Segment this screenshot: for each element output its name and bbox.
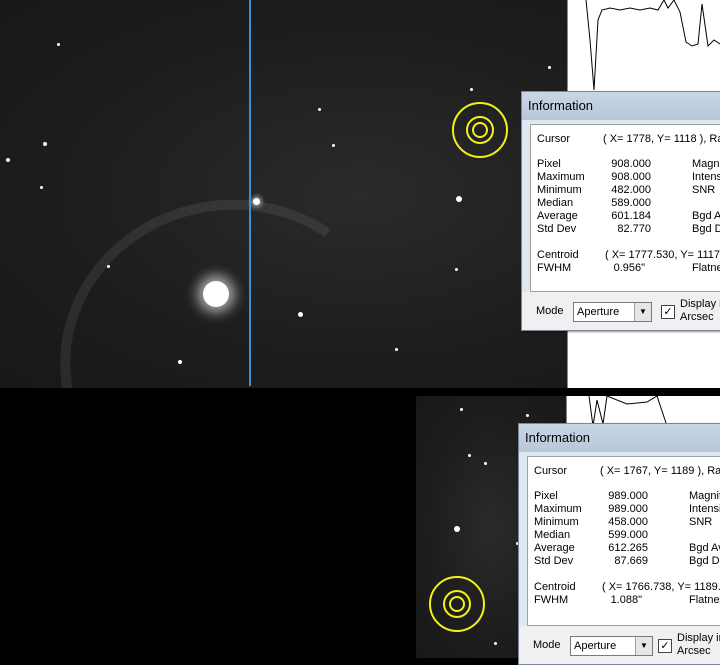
- stat-value: 589.000: [611, 197, 651, 209]
- stat-right-label: Bgd Av: [689, 542, 720, 554]
- star: [57, 43, 60, 46]
- star: [6, 158, 10, 162]
- information-window-bottom[interactable]: Information Cursor ( X= 1767, Y= 1189 ),…: [518, 423, 720, 665]
- stat-right-label: SNR: [689, 516, 713, 528]
- nebula-glow: [34, 172, 426, 388]
- stat-label: Maximum: [534, 503, 582, 515]
- centroid-value: ( X= 1777.530, Y= 1117.6: [605, 249, 720, 261]
- info-panel: Cursor ( X= 1778, Y= 1118 ), Ra Pixel 90…: [530, 124, 720, 292]
- mode-select-value: Aperture: [574, 640, 617, 652]
- stat-value: 612.265: [608, 542, 648, 554]
- star: [548, 66, 551, 69]
- info-footer: Mode Aperture ▼ ✓ Display in Arcsec: [519, 626, 720, 664]
- stat-label: Std Dev: [537, 223, 577, 235]
- cursor-value: ( X= 1778, Y= 1118 ), Ra: [603, 133, 720, 145]
- aperture-core-ring: [472, 122, 488, 138]
- star: [43, 142, 47, 146]
- centroid-value: ( X= 1766.738, Y= 1189.4: [602, 581, 720, 593]
- star: [454, 526, 460, 532]
- stat-label: Pixel: [534, 490, 558, 502]
- star: [178, 360, 182, 364]
- fwhm-value: 0.956": [613, 262, 645, 274]
- mode-select-value: Aperture: [577, 306, 620, 318]
- arcsec-label: Arcsec: [677, 645, 711, 657]
- display-arcsec-checkbox[interactable]: ✓: [661, 305, 675, 319]
- stat-value: 458.000: [608, 516, 648, 528]
- fwhm-label: FWHM: [537, 262, 572, 274]
- centroid-label: Centroid: [534, 581, 576, 593]
- mode-label: Mode: [533, 639, 561, 651]
- cursor-crosshair-line: [249, 0, 251, 386]
- star: [318, 108, 321, 111]
- stat-label: Minimum: [537, 184, 582, 196]
- stat-right-label: Intensi: [692, 171, 720, 183]
- display-label: Display in: [680, 298, 720, 310]
- star: [484, 462, 487, 465]
- stat-value: 989.000: [608, 503, 648, 515]
- mode-select[interactable]: Aperture ▼: [573, 302, 652, 322]
- star: [455, 268, 458, 271]
- stat-value: 908.000: [611, 158, 651, 170]
- stat-label: Minimum: [534, 516, 579, 528]
- cursor-label: Cursor: [537, 133, 571, 145]
- stat-value: 482.000: [611, 184, 651, 196]
- star: [494, 642, 497, 645]
- stat-label: Median: [537, 197, 574, 209]
- image-view-top[interactable]: Information Cursor ( X= 1778, Y= 1118 ),…: [0, 0, 720, 388]
- fwhm-label: FWHM: [534, 594, 569, 606]
- aperture-core-ring: [449, 596, 465, 612]
- cursor-value: ( X= 1767, Y= 1189 ), Ra: [600, 465, 720, 477]
- stat-right-label: SNR: [692, 184, 716, 196]
- star: [40, 186, 43, 189]
- info-footer: Mode Aperture ▼ ✓ Display in Arcsec: [522, 292, 720, 330]
- information-window-top[interactable]: Information Cursor ( X= 1778, Y= 1118 ),…: [521, 91, 720, 331]
- stat-right-label: Magnit: [692, 158, 720, 170]
- star: [332, 144, 335, 147]
- chevron-down-icon[interactable]: ▼: [634, 303, 651, 321]
- star: [456, 196, 462, 202]
- display-label: Display in: [677, 632, 720, 644]
- stat-value: 82.770: [617, 223, 651, 235]
- star: [203, 281, 229, 307]
- stat-right-label: Bgd A: [692, 210, 720, 222]
- info-panel: Cursor ( X= 1767, Y= 1189 ), Ra Pixel 98…: [527, 456, 720, 626]
- star: [395, 348, 398, 351]
- stat-label: Pixel: [537, 158, 561, 170]
- mode-label: Mode: [536, 305, 564, 317]
- centroid-label: Centroid: [537, 249, 579, 261]
- stat-right-label: Intensi: [689, 503, 720, 515]
- stat-label: Std Dev: [534, 555, 574, 567]
- cursor-label: Cursor: [534, 465, 568, 477]
- stat-right-label: Bgd De: [689, 555, 720, 567]
- stat-label: Average: [534, 542, 575, 554]
- star: [460, 408, 463, 411]
- stat-label: Maximum: [537, 171, 585, 183]
- chevron-down-icon[interactable]: ▼: [635, 637, 652, 655]
- fwhm-right-label: Flatne: [692, 262, 720, 274]
- window-title[interactable]: Information: [522, 92, 720, 120]
- stat-value: 601.184: [611, 210, 651, 222]
- star: [107, 265, 110, 268]
- window-title[interactable]: Information: [519, 424, 720, 452]
- star: [468, 454, 471, 457]
- stat-label: Average: [537, 210, 578, 222]
- mode-select[interactable]: Aperture ▼: [570, 636, 653, 656]
- fwhm-right-label: Flatnes: [689, 594, 720, 606]
- star: [298, 312, 303, 317]
- arcsec-label: Arcsec: [680, 311, 714, 323]
- display-arcsec-checkbox[interactable]: ✓: [658, 639, 672, 653]
- stat-value: 87.669: [614, 555, 648, 567]
- star: [253, 198, 260, 205]
- stat-right-label: Magnit: [689, 490, 720, 502]
- stat-label: Median: [534, 529, 571, 541]
- fwhm-value: 1.088": [610, 594, 642, 606]
- stat-value: 989.000: [608, 490, 648, 502]
- stat-value: 908.000: [611, 171, 651, 183]
- star: [470, 88, 473, 91]
- star: [526, 414, 529, 417]
- stat-value: 599.000: [608, 529, 648, 541]
- stat-right-label: Bgd D: [692, 223, 720, 235]
